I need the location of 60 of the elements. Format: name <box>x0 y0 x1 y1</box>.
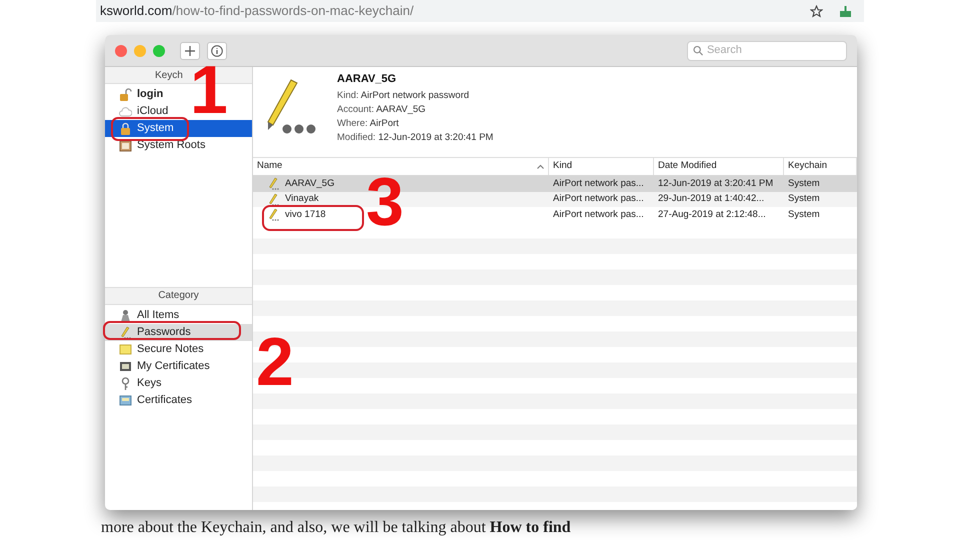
extension-icon[interactable] <box>839 4 852 18</box>
table-cell: Vinayak <box>285 192 319 206</box>
table-cell: AirPort network pas... <box>553 208 644 220</box>
category-item[interactable]: All Items <box>105 307 252 324</box>
table-cell: System <box>788 193 820 204</box>
close-icon[interactable] <box>115 44 127 56</box>
section-header: Keych <box>155 70 183 81</box>
table-cell: System <box>788 208 820 220</box>
pencil-icon <box>119 326 132 339</box>
table-cell: System <box>788 178 820 189</box>
note-icon <box>119 343 132 356</box>
star-icon[interactable] <box>810 4 823 18</box>
column-header[interactable]: Keychain <box>784 158 857 175</box>
certificate-icon <box>119 394 132 407</box>
table-cell: 12-Jun-2019 at 3:20:41 PM <box>658 178 774 189</box>
table-cell: AARAV_5G <box>285 176 334 191</box>
section-header: Category <box>105 287 252 305</box>
cabinet-icon <box>119 139 132 152</box>
detail-field: Kind: AirPort network password <box>337 89 494 103</box>
column-header[interactable]: Name <box>253 158 549 175</box>
column-header[interactable]: Date Modified <box>654 158 784 175</box>
category-item[interactable]: My Certificates <box>105 358 252 375</box>
plus-icon <box>185 46 195 56</box>
search-input[interactable]: Search <box>706 42 841 59</box>
pencil-icon <box>267 177 280 190</box>
search-field[interactable]: Search <box>687 40 847 60</box>
info-button[interactable] <box>207 42 227 60</box>
detail-title: AARAV_5G <box>337 72 398 86</box>
annotation-number: 2 <box>256 336 294 388</box>
category-item[interactable]: Secure Notes <box>105 341 252 358</box>
detail-field: Modified: 12-Jun-2019 at 3:20:41 PM <box>337 131 494 145</box>
info-icon <box>211 44 223 56</box>
category-item[interactable]: Keys <box>105 375 252 392</box>
zoom-icon[interactable] <box>153 44 165 56</box>
add-button[interactable] <box>180 42 200 60</box>
sort-icon <box>537 164 544 169</box>
table-cell: 27-Aug-2019 at 2:12:48... <box>658 208 766 220</box>
table-cell: AirPort network pas... <box>553 193 644 204</box>
keychain-item[interactable]: System <box>105 120 252 137</box>
detail-field: Where: AirPort <box>337 117 494 131</box>
person-group-icon <box>119 309 132 322</box>
annotation-number: 1 <box>190 64 228 116</box>
table-cell: 29-Jun-2019 at 1:40:42... <box>658 193 764 204</box>
padlock-icon <box>119 88 132 101</box>
cloud-icon <box>119 105 132 118</box>
padlock-icon <box>119 122 132 135</box>
detail-field: Account: AARAV_5G <box>337 103 494 117</box>
key-icon <box>119 377 132 390</box>
keychain-item[interactable]: System Roots <box>105 137 252 154</box>
search-icon <box>693 45 703 56</box>
pencil-icon <box>267 192 280 206</box>
table-cell: AirPort network pas... <box>553 178 644 189</box>
address-bar[interactable]: ksworld.com/how-to-find-passwords-on-mac-keychain/ <box>96 0 864 22</box>
article-text: more about the Keychain, and also, we will be talking about How to find <box>101 518 571 538</box>
column-header[interactable]: Kind <box>549 158 654 175</box>
table-cell: vivo 1718 <box>285 208 326 222</box>
pencil-icon <box>267 208 280 222</box>
certificate-icon <box>119 360 132 373</box>
category-item[interactable]: Certificates <box>105 392 252 409</box>
url-text: ksworld.com/how-to-find-passwords-on-mac-keychain/ <box>100 2 414 20</box>
